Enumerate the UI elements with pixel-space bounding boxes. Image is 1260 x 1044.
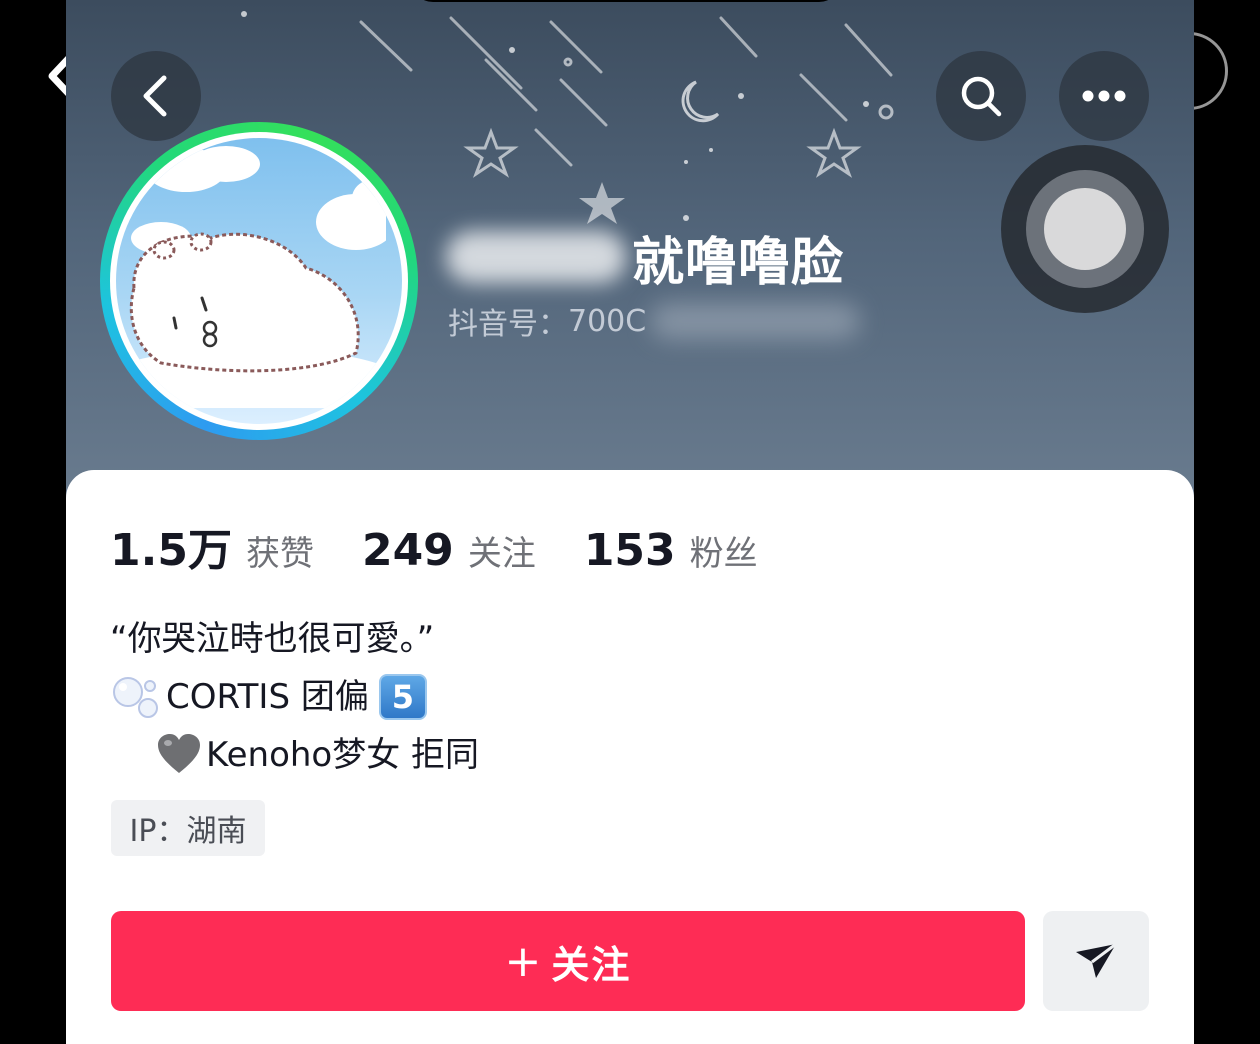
follow-button[interactable]: + 关注 xyxy=(111,911,1025,1011)
plus-icon: + xyxy=(504,935,544,987)
redacted-id-blur xyxy=(650,303,861,339)
profile-page: 就噜噜脸 抖音号： 700C 1.5万 获赞 249 关注 153 粉丝 “你哭… xyxy=(66,0,1194,1044)
bubbles-emoji-icon xyxy=(113,677,158,718)
screen: 就噜噜脸 抖音号： 700C 1.5万 获赞 249 关注 153 粉丝 “你哭… xyxy=(0,0,1260,1044)
stat-followers-label: 粉丝 xyxy=(689,534,758,574)
chevron-left-icon xyxy=(143,75,167,117)
cartoon-hamster-image xyxy=(116,146,402,424)
stat-followers-value: 153 xyxy=(583,525,676,576)
search-icon xyxy=(961,76,1002,117)
bio-line-2: CORTIS 团偏 5 xyxy=(110,668,479,726)
avatar[interactable] xyxy=(100,122,418,440)
device-notch xyxy=(411,0,841,2)
douyin-id-label: 抖音号： xyxy=(448,307,568,342)
send-icon xyxy=(1076,942,1117,978)
ip-location-tag: IP：湖南 xyxy=(111,800,265,856)
stat-following[interactable]: 249 关注 xyxy=(362,525,536,576)
profile-info-card: 1.5万 获赞 249 关注 153 粉丝 “你哭泣時也很可愛。” CORTIS… xyxy=(66,470,1194,1044)
stat-following-value: 249 xyxy=(361,525,454,576)
stats-row: 1.5万 获赞 249 关注 153 粉丝 xyxy=(110,514,806,576)
douyin-id-value: 700C xyxy=(568,303,647,339)
keycap-five-emoji: 5 xyxy=(378,674,427,720)
send-message-button[interactable] xyxy=(1043,911,1149,1011)
bio-line-3: Kenoho梦女 拒同 xyxy=(110,726,479,784)
follow-button-label: 关注 xyxy=(551,942,632,987)
douyin-id[interactable]: 抖音号： 700C xyxy=(448,298,861,344)
more-dots-icon xyxy=(1082,90,1126,102)
bio-line-1: “你哭泣時也很可愛。” xyxy=(110,619,435,659)
search-button[interactable] xyxy=(936,51,1026,141)
more-button[interactable] xyxy=(1059,51,1149,141)
stat-likes-value: 1.5万 xyxy=(110,525,232,576)
back-button[interactable] xyxy=(111,51,201,141)
assistive-touch-button[interactable] xyxy=(1001,145,1169,313)
stat-followers[interactable]: 153 粉丝 xyxy=(584,525,758,576)
profile-username: 就噜噜脸 xyxy=(446,222,844,293)
bio: “你哭泣時也很可愛。” CORTIS 团偏 5 Kenoho梦女 拒同 xyxy=(110,610,479,784)
stat-likes-label: 获赞 xyxy=(245,534,314,574)
grey-heart-emoji-icon xyxy=(158,734,200,773)
stat-likes[interactable]: 1.5万 获赞 xyxy=(110,514,314,578)
stat-following-label: 关注 xyxy=(467,534,536,574)
avatar-image xyxy=(116,138,402,424)
redacted-name-blur xyxy=(446,231,626,283)
